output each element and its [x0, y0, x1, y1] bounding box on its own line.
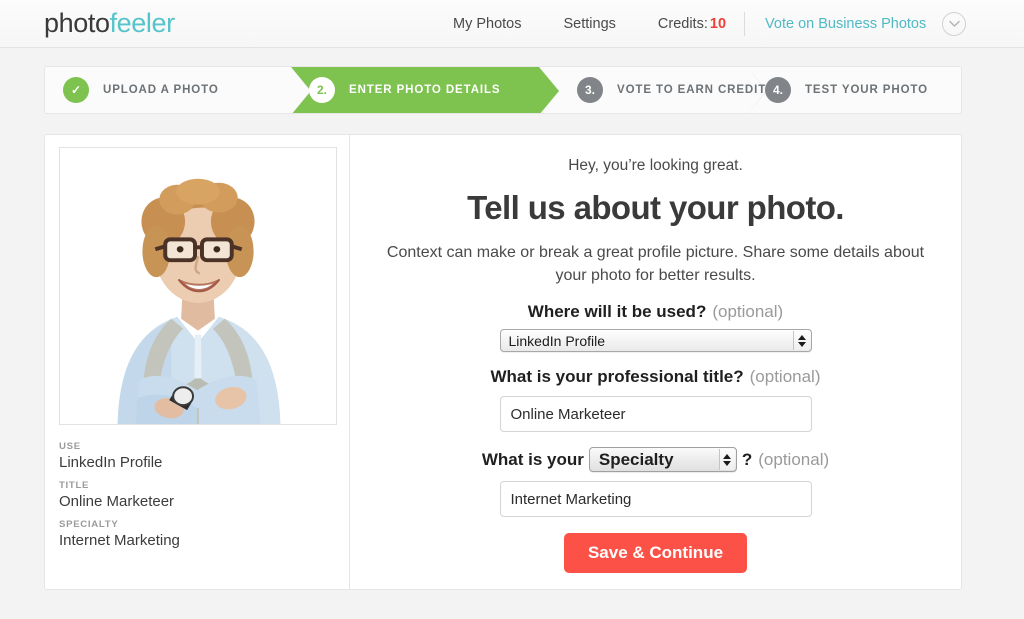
label-professional-title: What is your professional title? (option… — [490, 367, 820, 387]
label-professional-title-text: What is your professional title? — [490, 367, 744, 387]
specialty-input[interactable] — [499, 481, 812, 518]
summary-key-specialty: SPECIALTY — [59, 519, 119, 530]
credits-label: Credits: — [657, 16, 708, 32]
use-select[interactable]: LinkedIn Profile — [499, 329, 812, 353]
use-select-stepper-icon[interactable] — [792, 331, 810, 351]
step-badge-4: 4. — [765, 77, 791, 103]
label-professional-title-optional: (optional) — [749, 367, 821, 387]
chevron-down-icon[interactable] — [942, 12, 967, 36]
nav-item-my-photos[interactable]: My Photos — [432, 16, 543, 32]
triangle-up-icon — [797, 334, 806, 340]
save-and-continue-button[interactable]: Save & Continue — [564, 533, 747, 574]
step-upload-a-photo[interactable]: ✓ UPLOAD A PHOTO — [45, 67, 311, 113]
credits-display: Credits: 10 — [637, 16, 744, 32]
content-panels: USE LinkedIn Profile TITLE Online Market… — [44, 134, 962, 590]
summary-item-title: TITLE Online Marketeer — [59, 480, 335, 510]
form-subtext: Context can make or break a great profil… — [386, 244, 925, 285]
label-where-used: Where will it be used? (optional) — [528, 302, 783, 322]
summary-item-specialty: SPECIALTY Internet Marketing — [59, 519, 335, 549]
triangle-down-icon — [797, 341, 806, 347]
step-label-test-your-photo: TEST YOUR PHOTO — [805, 84, 928, 96]
nav-link-vote-on-business-photos[interactable]: Vote on Business Photos — [745, 16, 940, 32]
specialty-type-select-stepper-icon[interactable] — [718, 449, 735, 471]
form-tagline: Hey, you’re looking great. — [568, 157, 743, 174]
step-label-upload-a-photo: UPLOAD A PHOTO — [103, 84, 219, 96]
summary-item-use: USE LinkedIn Profile — [59, 441, 335, 471]
label-specialty-optional: (optional) — [758, 449, 830, 469]
label-specialty: What is your Specialty ? (optional) — [481, 447, 830, 473]
logo[interactable]: photofeeler — [44, 10, 175, 37]
portrait-photo-illustration — [60, 148, 336, 424]
photo-details-form-panel: Hey, you’re looking great. Tell us about… — [350, 134, 962, 590]
step-badge-check-icon: ✓ — [63, 77, 89, 103]
photo-summary-panel: USE LinkedIn Profile TITLE Online Market… — [44, 134, 350, 590]
page-title: Tell us about your photo. — [467, 189, 844, 226]
logo-secondary: feeler — [109, 8, 176, 38]
summary-value-title: Online Marketeer — [59, 493, 175, 510]
professional-title-input[interactable] — [499, 396, 812, 433]
nav-item-settings[interactable]: Settings — [543, 16, 637, 32]
credits-count: 10 — [709, 16, 727, 32]
summary-key-title: TITLE — [59, 480, 90, 491]
logo-primary: photo — [44, 8, 110, 38]
step-test-your-photo[interactable]: 4. TEST YOUR PHOTO — [747, 67, 961, 113]
portrait-photo[interactable] — [59, 147, 337, 425]
step-active-arrow-tip — [539, 67, 559, 113]
chevron-down-glyph — [949, 20, 960, 27]
summary-value-specialty: Internet Marketing — [59, 532, 180, 549]
triangle-down-icon — [723, 460, 732, 466]
specialty-type-select[interactable]: Specialty — [588, 447, 737, 473]
step-vote-to-earn-credits[interactable]: 3. VOTE TO EARN CREDITS — [539, 67, 774, 113]
site-header: photofeeler My Photos Settings Credits: 1… — [0, 0, 1024, 48]
use-select-value: LinkedIn Profile — [508, 332, 606, 349]
summary-value-use: LinkedIn Profile — [59, 454, 163, 471]
label-specialty-suffix: ? — [741, 449, 753, 469]
step-enter-photo-details[interactable]: 2. ENTER PHOTO DETAILS — [290, 67, 559, 113]
step-badge-2: 2. — [309, 77, 335, 103]
label-specialty-prefix: What is your — [481, 449, 584, 469]
step-label-enter-photo-details: ENTER PHOTO DETAILS — [349, 84, 501, 96]
main-nav: My Photos Settings Credits: 10 Vote on Bu… — [432, 0, 967, 48]
photo-summary-list: USE LinkedIn Profile TITLE Online Market… — [59, 441, 335, 549]
progress-stepbar: ✓ UPLOAD A PHOTO 2. ENTER PHOTO DETAILS … — [44, 66, 962, 114]
triangle-up-icon — [723, 453, 732, 459]
step-badge-3: 3. — [577, 77, 603, 103]
specialty-type-select-value: Specialty — [598, 449, 674, 469]
label-where-used-optional: (optional) — [712, 302, 784, 322]
label-where-used-text: Where will it be used? — [527, 302, 707, 322]
summary-key-use: USE — [59, 441, 81, 452]
